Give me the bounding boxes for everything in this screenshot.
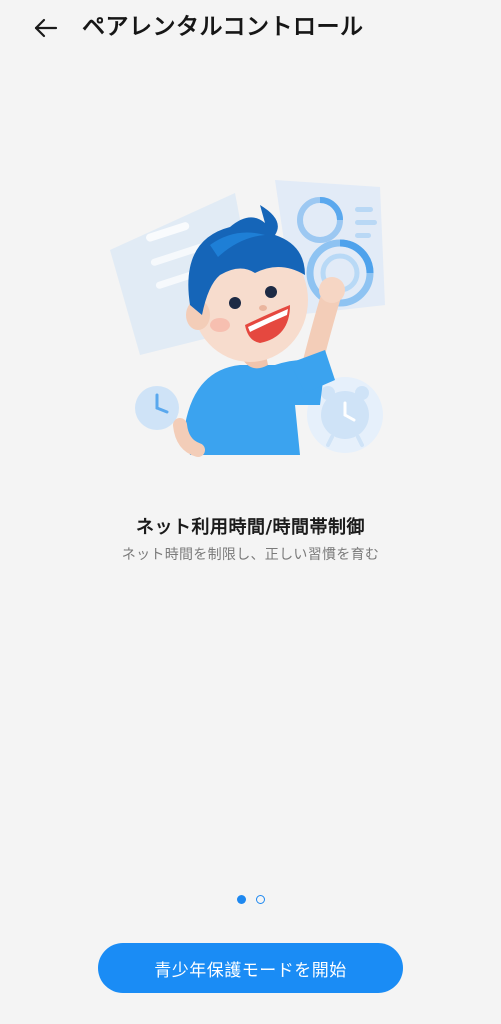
back-button[interactable] [24,8,68,48]
page-dot-active[interactable] [236,895,246,904]
clock-icon [135,386,179,430]
hero-illustration [100,165,400,465]
page-dot-inactive[interactable] [255,895,265,904]
arrow-left-icon [34,18,58,38]
page-title: ペアレンタルコントロール [82,14,364,40]
start-youth-mode-button[interactable]: 青少年保護モードを開始 [98,943,403,993]
feature-title: ネット利用時間/時間帯制御 [135,517,366,538]
page-indicator [0,895,501,904]
feature-description: ネット時間を制限し、正しい習慣を育む [121,547,380,563]
app-header: ペアレンタルコントロール [0,0,501,56]
